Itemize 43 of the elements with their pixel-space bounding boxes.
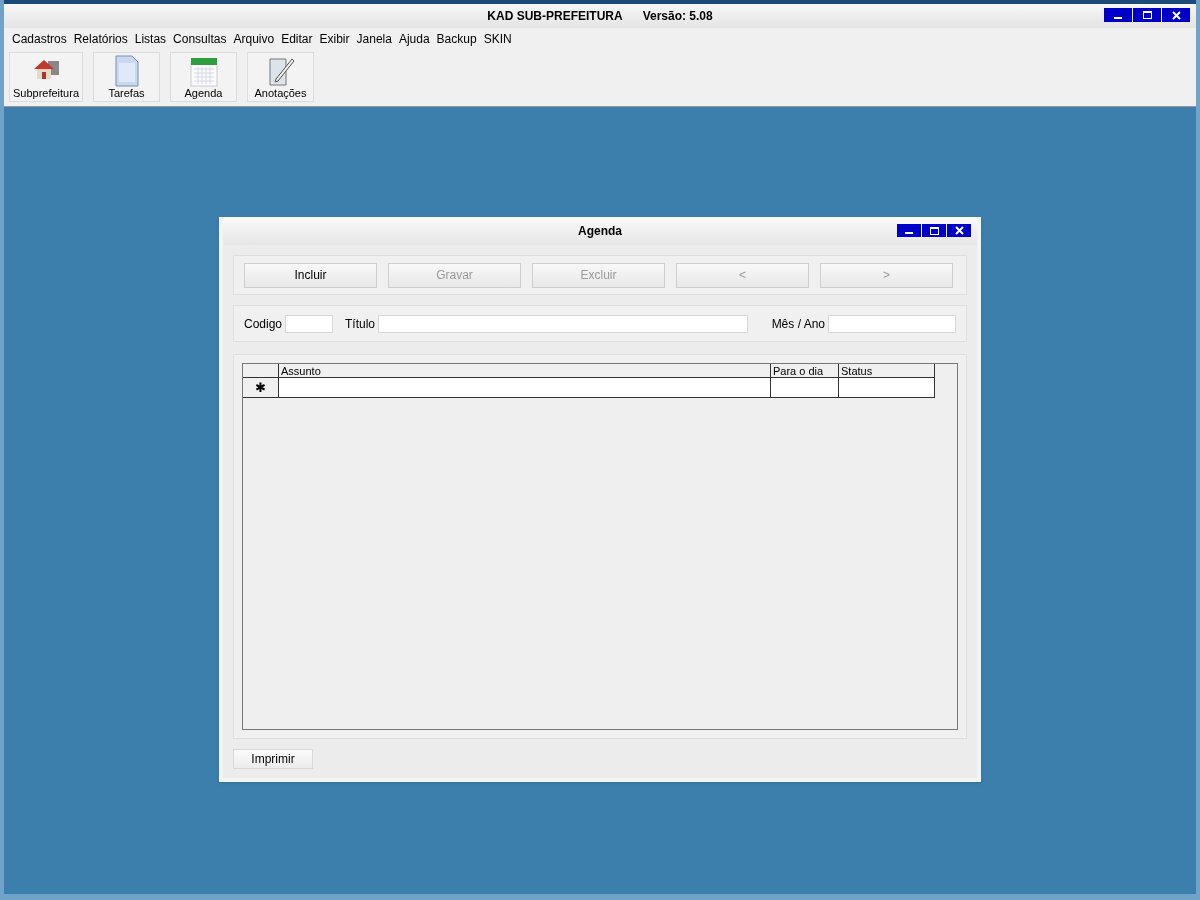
window-title: KAD SUB-PREFEITURA [487, 8, 623, 25]
menu-item[interactable]: Arquivo [233, 30, 275, 48]
maximize-button[interactable] [1133, 8, 1161, 22]
minimize-button[interactable] [1104, 8, 1132, 22]
calendar-icon [188, 55, 219, 87]
menu-item[interactable]: Consultas [173, 30, 227, 48]
toolbar-button[interactable]: Subprefeitura [9, 52, 83, 102]
toolbar-button[interactable]: Agenda [170, 52, 237, 102]
table-cell[interactable] [279, 378, 771, 398]
minimize-button[interactable] [897, 224, 921, 237]
input-field[interactable] [378, 314, 748, 333]
version-label: Versão: 5.08 [642, 8, 713, 25]
field-label: Título [345, 315, 376, 333]
menu-item[interactable]: Cadastros [12, 30, 67, 48]
toolbar-button[interactable]: Anotações [247, 52, 314, 102]
close-icon [1171, 10, 1181, 20]
column-header[interactable]: Status [839, 364, 935, 378]
maximize-button[interactable] [922, 224, 946, 237]
input-field[interactable] [828, 314, 956, 333]
menu-item[interactable]: Ajuda [398, 30, 430, 48]
close-button[interactable] [1162, 8, 1190, 22]
action-button[interactable]: Incluir [244, 262, 377, 288]
close-button[interactable] [947, 224, 971, 237]
input-field[interactable] [285, 314, 334, 333]
close-icon [954, 226, 964, 235]
table-cell[interactable] [839, 378, 935, 398]
menu-item[interactable]: Janela [356, 30, 392, 48]
menu-item[interactable]: Backup [436, 30, 477, 48]
field-label: Codigo [244, 315, 283, 333]
column-header[interactable]: Assunto [279, 364, 771, 378]
menu-item[interactable]: Listas [134, 30, 167, 48]
menu-item[interactable]: Relatórios [73, 30, 128, 48]
menu-item[interactable]: Editar [281, 30, 313, 48]
toolbar-button[interactable]: Tarefas [93, 52, 160, 102]
field-label: Mês / Ano [771, 315, 825, 333]
print-button[interactable]: Imprimir [233, 749, 313, 769]
document-icon [113, 55, 140, 87]
new-row-marker: ✱ [243, 378, 279, 398]
table-cell[interactable] [771, 378, 839, 398]
agenda-title: Agenda [578, 223, 622, 240]
menu-item[interactable]: SKIN [483, 30, 512, 48]
column-header[interactable]: Para o dia [771, 364, 839, 378]
menu-item[interactable]: Exibir [319, 30, 350, 48]
